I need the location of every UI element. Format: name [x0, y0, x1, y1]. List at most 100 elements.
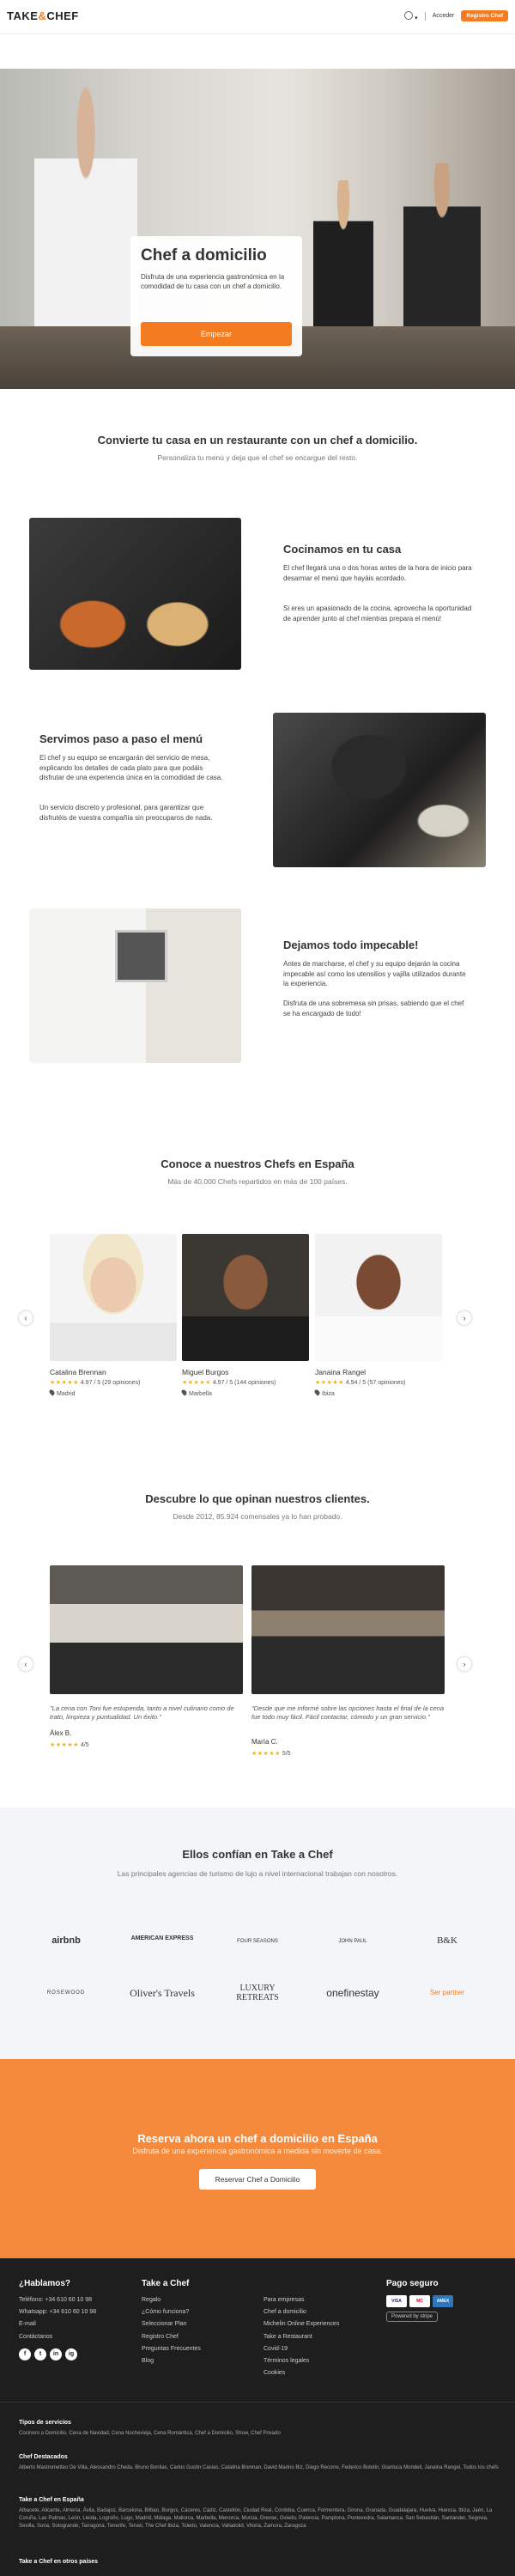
feature-photo-cooking [29, 518, 241, 670]
review-photo [251, 1565, 445, 1694]
feature-text: El chef llegará una o dos horas antes de… [283, 564, 472, 582]
feature-text: Antes de marcharse, el chef y su equipo … [283, 960, 466, 987]
featured-chefs-title: Chef Destacados [19, 2454, 68, 2460]
footer-link[interactable]: Regalo [142, 2294, 201, 2306]
footer-link[interactable]: Teléfono: +34 610 60 10 98 [19, 2294, 96, 2306]
hero-guest-figure [313, 180, 373, 343]
chef-name: Janaina Rangel [315, 1368, 367, 1376]
footer-link[interactable]: Términos legales [264, 2355, 339, 2367]
linkedin-icon[interactable]: in [50, 2348, 62, 2360]
book-chef-button[interactable]: Reservar Chef a Domicilio [199, 2169, 316, 2190]
footer-link[interactable]: Take a Restaurant [264, 2331, 339, 2343]
twitter-icon[interactable]: t [34, 2348, 46, 2360]
star-icons: ★★★★★ [50, 1380, 79, 1386]
reviews-subtitle: Desde 2012, 85.924 comensales ya lo han … [173, 1512, 342, 1521]
brand-john-paul: JOHN PAUL [338, 1939, 367, 1944]
carousel-next-button[interactable]: › [457, 1311, 471, 1325]
brand-olivers-travels: Oliver's Travels [130, 1987, 195, 1999]
chef-avatar [50, 1234, 177, 1361]
footer-link[interactable]: Para empresas [264, 2294, 339, 2306]
footer-link[interactable]: Covid-19 [264, 2343, 339, 2355]
amex-icon: AMEX [433, 2295, 453, 2307]
brand-rosewood: ROSEWOOD [46, 1990, 86, 1996]
chef-name: Miguel Burgos [182, 1368, 229, 1376]
services-list[interactable]: Cocinero a Domicilio, Cena de Navidad, C… [19, 2430, 500, 2438]
review-photo [50, 1565, 243, 1694]
hero-text: Disfruta de una experiencia gastronómica… [141, 273, 285, 290]
footer-link[interactable]: Registro Chef [142, 2331, 201, 2343]
star-icons: ★★★★★ [251, 1751, 281, 1757]
chevron-down-icon: ▾ [415, 15, 418, 21]
feature-title: Dejamos todo impecable! [283, 939, 419, 951]
feature-photo-cleaning [29, 908, 241, 1063]
hero-banner: Chef a domicilio Disfruta de una experie… [0, 69, 515, 389]
brand-luxury-retreats: LUXURY RETREATS [236, 1984, 279, 2002]
footer-link[interactable]: E-mail [19, 2318, 96, 2330]
footer-link[interactable]: Blog [142, 2355, 201, 2367]
feature-photo-serving [273, 713, 486, 867]
feature-title: Cocinamos en tu casa [283, 543, 402, 556]
footer-more-list: Para empresas Chef a domicilio Michelin … [264, 2294, 339, 2379]
chef-card[interactable]: Catalina Brennan ★★★★★ 4.97 / 5 (29 opin… [48, 1234, 177, 1397]
brand-amex: AMERICAN EXPRESS [130, 1935, 194, 1941]
chef-rating-text: 4.97 / 5 (29 opiniones) [80, 1380, 141, 1386]
review-text: "Desde que me informé sobre las opciones… [251, 1704, 445, 1721]
footer-link[interactable]: Cookies [264, 2367, 339, 2379]
hero-guest-figure [403, 163, 481, 343]
mastercard-icon: MC [409, 2295, 430, 2307]
chef-card[interactable]: Miguel Burgos ★★★★★ 4.97 / 5 (144 opinio… [180, 1234, 309, 1397]
social-links: f t in ig [19, 2348, 77, 2360]
footer-link[interactable]: Chef a domicilio [264, 2306, 339, 2318]
start-button[interactable]: Empezar [141, 322, 292, 346]
chef-rating: ★★★★★ 4.97 / 5 (29 opiniones) [50, 1379, 177, 1386]
review-text: "La cena con Toni fue estupenda, tanto a… [50, 1704, 234, 1721]
chef-location-text: Madrid [57, 1391, 76, 1397]
cta-section: Reserva ahora un chef a domicilio en Esp… [0, 2059, 515, 2258]
star-icons: ★★★★★ [182, 1380, 211, 1386]
chef-location-text: Marbella [189, 1391, 212, 1397]
register-chef-button[interactable]: Registro Chef [461, 10, 508, 21]
footer-link[interactable]: ¿Cómo funciona? [142, 2306, 201, 2318]
chef-avatar [182, 1234, 309, 1361]
site-footer: ¿Hablamos? Teléfono: +34 610 60 10 98 Wh… [0, 2258, 515, 2576]
footer-divider [0, 2402, 515, 2403]
stripe-badge: Powered by stripe [386, 2312, 439, 2322]
instagram-icon[interactable]: ig [65, 2348, 77, 2360]
review-author: María C. [251, 1738, 278, 1746]
chefs-subtitle: Más de 40.000 Chefs repartidos en más de… [167, 1177, 348, 1186]
footer-link[interactable]: Contáctanos [19, 2331, 96, 2343]
chef-location-text: Ibiza [322, 1391, 335, 1397]
footer-link[interactable]: Preguntas Frecuentes [142, 2343, 201, 2355]
intro-title: Convierte tu casa en un restaurante con … [97, 434, 418, 447]
logo[interactable]: TAKE&CHEF [7, 9, 79, 22]
language-selector[interactable]: ▾ [404, 10, 418, 21]
chef-location: Madrid [48, 1388, 177, 1397]
visa-icon: VISA [386, 2295, 407, 2307]
cta-title: Reserva ahora un chef a domicilio en Esp… [137, 2132, 378, 2145]
facebook-icon[interactable]: f [19, 2348, 31, 2360]
footer-link[interactable]: Michelin Online Experiences [264, 2318, 339, 2330]
footer-payment-title: Pago seguro [386, 2279, 439, 2288]
login-link[interactable]: Acceder [433, 13, 455, 19]
footer-link[interactable]: Seleccionar Plan [142, 2318, 201, 2330]
payment-methods: VISA MC AMEX [386, 2295, 453, 2307]
chef-card[interactable]: Janaina Rangel ★★★★★ 4.94 / 5 (57 opinio… [313, 1234, 442, 1397]
carousel-prev-button[interactable]: ‹ [19, 1657, 33, 1671]
cities-list[interactable]: Albacete, Alicante, Almería, Ávila, Bada… [19, 2507, 500, 2530]
partner-link[interactable]: Ser partner [409, 1989, 486, 1996]
feature-text: Un servicio discreto y profesional, para… [39, 804, 213, 822]
carousel-prev-button[interactable]: ‹ [19, 1311, 33, 1325]
feature-text: Si eres un apasionado de la cocina, apro… [283, 605, 472, 623]
carousel-next-button[interactable]: › [457, 1657, 471, 1671]
chef-location: Ibiza [313, 1388, 442, 1397]
brand-onefinestay: onefinestay [326, 1987, 379, 1999]
featured-chefs-list[interactable]: Alberto Mastrometteo De Villa, Alessandr… [19, 2464, 500, 2472]
services-title: Tipos de servicios [19, 2420, 71, 2426]
footer-contact-list: Teléfono: +34 610 60 10 98 Whatsapp: +34… [19, 2294, 96, 2343]
logo-amp: & [38, 9, 47, 22]
location-pin-icon [180, 1388, 188, 1396]
footer-company-title: Take a Chef [142, 2279, 190, 2288]
review-author: Álex B. [50, 1729, 72, 1737]
footer-link[interactable]: Whatsapp: +34 610 60 10 98 [19, 2306, 96, 2318]
chef-location: Marbella [180, 1388, 309, 1397]
